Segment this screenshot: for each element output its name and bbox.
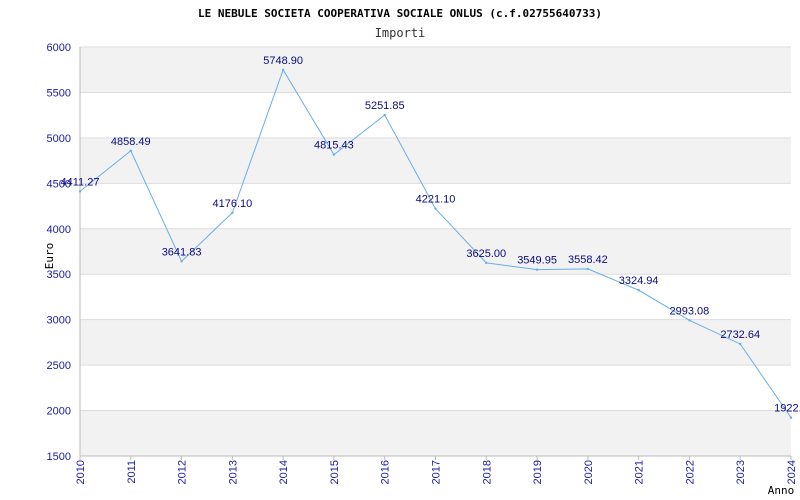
chart-subtitle: Importi xyxy=(375,26,426,40)
data-point xyxy=(586,267,590,271)
data-point xyxy=(688,319,691,322)
data-point xyxy=(129,149,132,152)
data-point xyxy=(332,153,336,156)
grid-band xyxy=(80,137,791,184)
data-label: 2993.08 xyxy=(670,305,710,317)
data-point xyxy=(383,113,386,117)
x-tick-label: 2013 xyxy=(227,460,239,484)
data-label: 4858.49 xyxy=(111,136,151,148)
data-label: 3641.83 xyxy=(162,246,202,258)
x-tick-label: 2010 xyxy=(75,460,87,484)
y-tick-label: 3500 xyxy=(47,269,71,281)
y-tick-label: 6000 xyxy=(47,42,71,54)
data-label: 4411.27 xyxy=(61,176,100,188)
data-label: 2732.64 xyxy=(720,329,760,341)
data-point xyxy=(78,190,82,193)
data-point xyxy=(637,288,640,292)
x-tick-label: 2017 xyxy=(431,460,443,484)
data-point xyxy=(281,68,285,72)
data-label: 4176.10 xyxy=(212,198,252,210)
y-tick-label: 5000 xyxy=(47,133,71,145)
x-axis-label: Anno xyxy=(768,484,795,497)
chart-title: LE NEBULE SOCIETA COOPERATIVA SOCIALE ON… xyxy=(198,7,602,20)
x-tick-label: 2021 xyxy=(634,460,646,484)
data-label: 4221.10 xyxy=(416,194,456,206)
x-tick-label: 2019 xyxy=(532,460,544,484)
x-tick-labels: 2010 2011 2012 2013 2014 2015 2016 2017 2018 2019… xyxy=(75,460,798,484)
data-point xyxy=(789,416,793,419)
x-tick-label: 2011 xyxy=(126,460,138,484)
y-tick-label: 5500 xyxy=(47,87,71,99)
x-tick-label: 2024 xyxy=(786,460,798,484)
y-tick-label: 1500 xyxy=(47,451,71,463)
grid-band xyxy=(80,410,791,456)
data-label: 3625.00 xyxy=(466,248,506,260)
data-point xyxy=(231,211,234,214)
data-label: 4815.43 xyxy=(314,140,354,152)
y-tick-label: 4000 xyxy=(47,224,71,236)
data-label: 5251.85 xyxy=(365,100,405,112)
x-tick-label: 2014 xyxy=(278,460,290,484)
data-label: 5748.90 xyxy=(263,55,303,67)
data-point xyxy=(739,342,742,346)
data-point xyxy=(434,207,437,210)
x-tick-label: 2016 xyxy=(380,460,392,484)
grid-band xyxy=(80,319,791,366)
data-point xyxy=(180,260,183,263)
line-chart: LE NEBULE SOCIETA COOPERATIVA SOCIALE ON… xyxy=(43,7,800,497)
data-label: 3558.42 xyxy=(568,254,608,266)
grid-band xyxy=(80,47,791,93)
x-tick-label: 2020 xyxy=(583,460,595,484)
y-axis-label: Euro xyxy=(43,243,56,270)
y-tick-label: 2500 xyxy=(47,360,71,372)
y-tick-label: 3000 xyxy=(47,315,71,327)
data-point xyxy=(535,268,539,271)
y-tick-label: 2000 xyxy=(47,406,71,418)
x-tick-label: 2015 xyxy=(329,460,341,484)
data-label: 3324.94 xyxy=(619,275,659,287)
x-tick-label: 2022 xyxy=(684,460,696,484)
data-label: 3549.95 xyxy=(517,255,557,267)
x-tick-label: 2018 xyxy=(481,460,493,484)
x-tick-label: 2023 xyxy=(735,460,747,484)
data-label: 1922.1 xyxy=(774,403,800,415)
data-point xyxy=(485,261,488,265)
x-tick-label: 2012 xyxy=(177,460,189,484)
